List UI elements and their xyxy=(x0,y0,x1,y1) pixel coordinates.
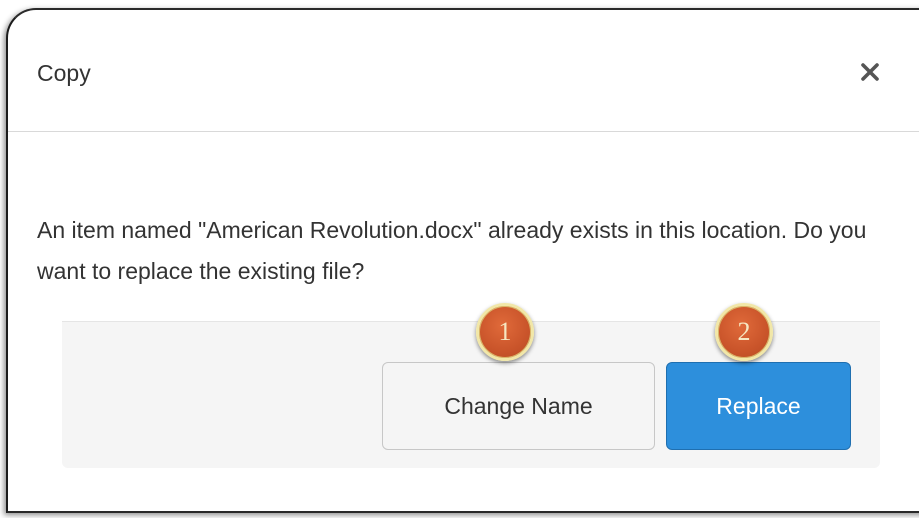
change-name-button[interactable]: Change Name xyxy=(382,362,655,450)
callout-badge-2: 2 xyxy=(715,303,773,361)
screenshot-stage: Copy An item named "American Revolution.… xyxy=(0,0,919,518)
dialog-header: Copy xyxy=(8,10,919,132)
dialog-message: An item named "American Revolution.docx"… xyxy=(37,217,867,284)
dialog-title: Copy xyxy=(37,60,91,86)
close-icon xyxy=(861,63,879,81)
callout-badge-1: 1 xyxy=(476,303,534,361)
copy-dialog: Copy An item named "American Revolution.… xyxy=(6,8,919,513)
replace-button[interactable]: Replace xyxy=(666,362,851,450)
close-button[interactable] xyxy=(852,54,888,90)
